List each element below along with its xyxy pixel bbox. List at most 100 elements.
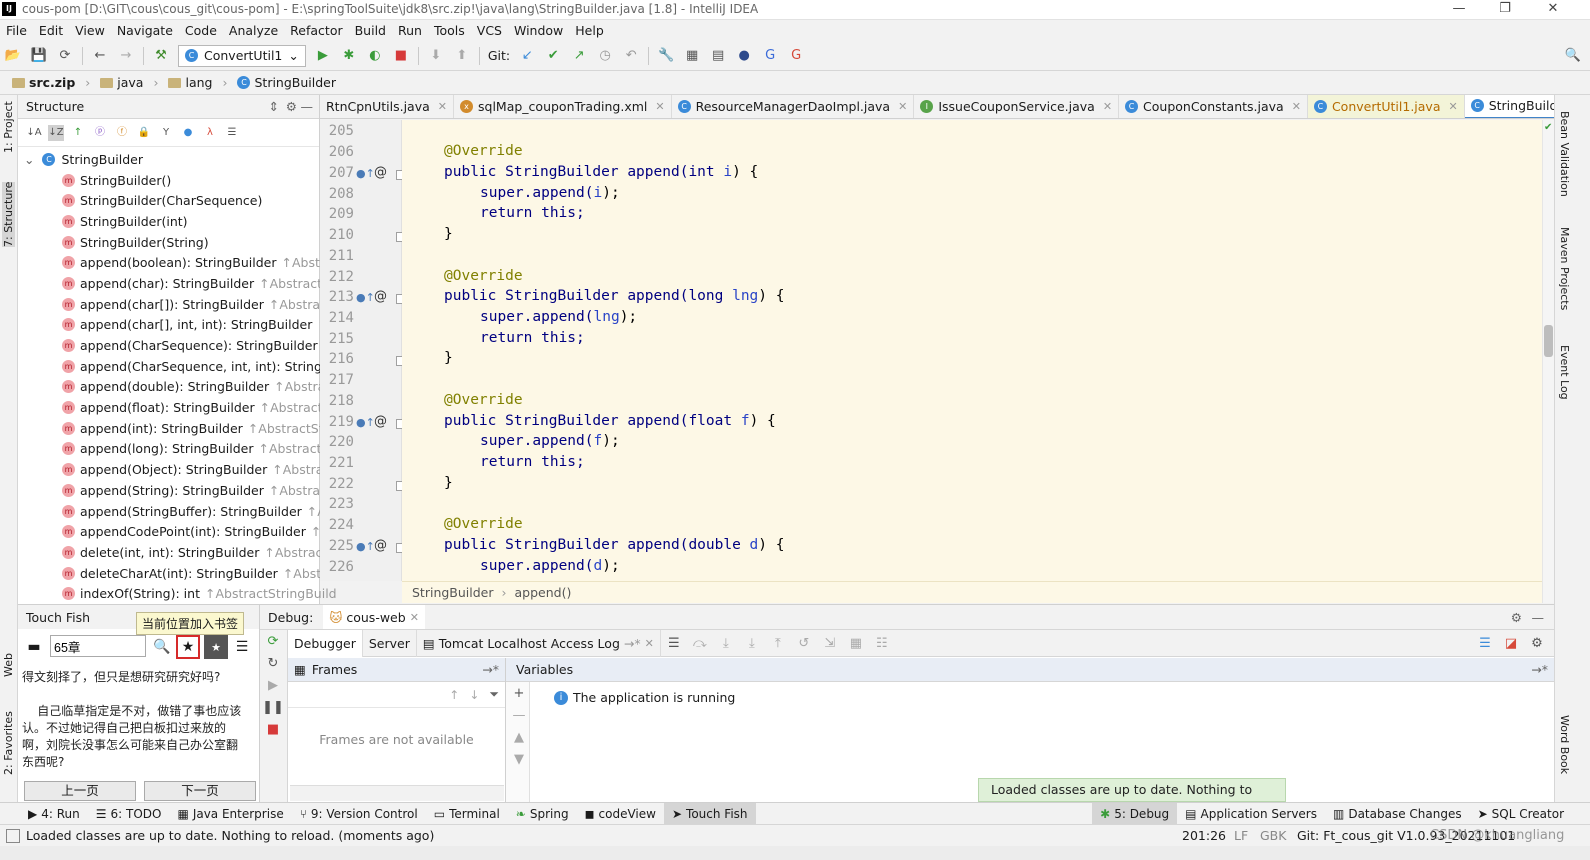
structure-tool-tab[interactable]: 7: Structure <box>2 181 15 247</box>
stop-icon[interactable]: ■ <box>262 718 284 740</box>
toggle-tool-windows-icon[interactable] <box>6 828 20 843</box>
menu-run[interactable]: Run <box>392 20 428 41</box>
show-fields-icon[interactable]: ⓕ <box>114 125 130 141</box>
history-icon[interactable]: ◷ <box>594 45 616 67</box>
hide-icon[interactable]: — <box>1532 610 1545 625</box>
menu-code[interactable]: Code <box>179 20 223 41</box>
tab-issuecoupon[interactable]: I IssueCouponService.java ✕ <box>914 95 1120 118</box>
tree-item[interactable]: mappend(StringBuffer): StringBuilder↑Ab <box>18 501 334 522</box>
overrides-method-icon[interactable]: ●↑ <box>356 167 375 180</box>
menu-analyze[interactable]: Analyze <box>223 20 284 41</box>
sdk-icon[interactable]: ▤ <box>707 45 729 67</box>
tree-item[interactable]: m append(long): StringBuilder ↑AbstractSt <box>18 439 334 460</box>
filter-icon[interactable]: ⏷ <box>489 687 499 702</box>
line-separator[interactable]: LF <box>1234 828 1248 843</box>
chapter-input[interactable] <box>50 635 146 657</box>
git-commit-icon[interactable]: ✔ <box>542 45 564 67</box>
editor-scrollbar[interactable]: ✔ <box>1542 120 1554 603</box>
menu-file[interactable]: File <box>0 20 33 41</box>
tw-spring[interactable]: ❧ Spring <box>508 803 577 825</box>
close-icon[interactable]: ✕ <box>438 100 447 113</box>
tree-item[interactable]: mappendCodePoint(int): StringBuilder↑A <box>18 521 330 542</box>
sync-icon[interactable]: ⟳ <box>54 45 76 67</box>
crumb-lang[interactable]: lang <box>164 75 233 90</box>
tw-application-servers[interactable]: ▤ Application Servers <box>1177 803 1325 825</box>
tree-item[interactable]: m append(boolean): StringBuilder ↑Abstra <box>18 252 333 273</box>
force-step-into-icon[interactable]: ⤓ <box>741 632 763 654</box>
menu-vcs[interactable]: VCS <box>471 20 508 41</box>
search-chapter-icon[interactable]: 🔍 <box>150 635 174 659</box>
evaluate-icon[interactable]: ▦ <box>845 632 867 654</box>
pause-icon[interactable]: ❚❚ <box>262 696 284 718</box>
frames-scrollbar[interactable] <box>290 785 504 801</box>
show-anonymous-icon[interactable]: ● <box>180 125 196 141</box>
word-book-tab[interactable]: Word Book <box>1558 715 1571 774</box>
tw-todo[interactable]: ☰ 6: TODO <box>88 803 170 825</box>
drop-frame-icon[interactable]: ↺ <box>793 632 815 654</box>
tw-version-control[interactable]: ⑂ 9: Version Control <box>292 803 426 825</box>
close-icon[interactable]: ✕ <box>645 637 654 650</box>
settings-icon[interactable]: ⚙ <box>1526 632 1548 654</box>
reload-notification[interactable]: Loaded classes are up to date. Nothing t… <box>978 778 1286 819</box>
overrides-method-icon[interactable]: ●↑ <box>356 416 375 429</box>
tree-item[interactable]: m StringBuilder(int) <box>18 211 319 232</box>
coverage-icon[interactable]: ◐ <box>364 45 386 67</box>
editor-crumb-method[interactable]: append() <box>515 585 572 600</box>
overrides-method-icon[interactable]: ●↑ <box>356 291 375 304</box>
step-over-icon[interactable]: ⤼ <box>689 632 711 654</box>
next-page-button[interactable]: 下一页 <box>144 781 256 801</box>
expand-all-icon[interactable]: ⇕ <box>269 99 279 114</box>
translate-alt-icon[interactable]: G <box>785 45 807 67</box>
close-icon[interactable]: ✕ <box>898 100 907 113</box>
editor-crumb-class[interactable]: StringBuilder <box>412 585 494 600</box>
event-log-tab[interactable]: Event Log <box>1558 345 1571 400</box>
tree-item[interactable]: m append(int): StringBuilder ↑AbstractStri <box>18 418 332 439</box>
move-up-icon[interactable]: ▲ <box>508 726 530 748</box>
tree-item[interactable]: m StringBuilder(String) <box>18 232 319 253</box>
pin-icon[interactable]: →* <box>482 662 499 677</box>
build-hammer-icon[interactable]: ⚒ <box>150 45 172 67</box>
settings-gear-icon[interactable]: ⚙ <box>286 99 297 114</box>
move-down-icon[interactable]: ▼ <box>508 748 530 770</box>
menu-view[interactable]: View <box>69 20 111 41</box>
menu-tools[interactable]: Tools <box>428 20 471 41</box>
tree-item[interactable]: m deleteCharAt(int): StringBuilder ↑Abstra <box>18 563 334 584</box>
trace-icon[interactable]: ☷ <box>871 632 893 654</box>
menu-navigate[interactable]: Navigate <box>111 20 179 41</box>
tab-couponconstants[interactable]: C CouponConstants.java ✕ <box>1119 95 1308 118</box>
inspection-ok-icon[interactable]: ✔ <box>1544 122 1552 133</box>
chevron-down-icon[interactable]: ⌄ <box>24 152 34 167</box>
show-lambda-icon[interactable]: λ <box>202 125 218 141</box>
close-icon[interactable]: ✕ <box>410 611 419 624</box>
crumb-stringbuilder[interactable]: C StringBuilder <box>233 75 352 90</box>
tree-item[interactable]: m append(char): StringBuilder ↑AbstractSt <box>18 273 335 294</box>
tab-server[interactable]: Server <box>363 629 417 657</box>
close-icon[interactable]: ✕ <box>1292 100 1301 113</box>
tw-touch-fish[interactable]: ➤ Touch Fish <box>663 802 756 825</box>
open-book-icon[interactable]: ▬ <box>22 635 46 659</box>
add-watch-icon[interactable]: + <box>508 682 530 704</box>
tree-item[interactable]: m append(double): StringBuilder ↑Abstrac <box>18 377 332 398</box>
tab-resourcemanager[interactable]: C ResourceManagerDaoImpl.java ✕ <box>672 95 915 118</box>
tree-item[interactable]: m delete(int, int): StringBuilder ↑Abstrac… <box>18 542 340 563</box>
layout-icon[interactable]: ☰ <box>663 632 685 654</box>
translate-icon[interactable]: G <box>759 45 781 67</box>
tw-run[interactable]: ▶ 4: Run <box>20 803 88 825</box>
close-button[interactable]: ✕ <box>1530 0 1576 20</box>
close-icon[interactable]: ✕ <box>1448 100 1457 113</box>
run-icon[interactable]: ▶ <box>312 45 334 67</box>
save-icon[interactable]: 💾 <box>28 45 50 67</box>
tab-sqlmap[interactable]: x sqlMap_couponTrading.xml ✕ <box>454 95 672 118</box>
memory-icon[interactable]: ◪ <box>1500 632 1522 654</box>
menu-window[interactable]: Window <box>508 20 569 41</box>
run-to-cursor-icon[interactable]: ⇲ <box>819 632 841 654</box>
project-tool-tab[interactable]: 1: Project <box>2 101 15 153</box>
file-encoding[interactable]: GBK <box>1260 828 1286 843</box>
tab-stringbuilder[interactable]: CStringBuilder.java✕ <box>1464 95 1554 118</box>
resume-icon[interactable]: ▶ <box>262 674 284 696</box>
tree-item[interactable]: m indexOf(String): int ↑AbstractStringBuil… <box>18 583 337 604</box>
globe-icon[interactable]: ● <box>733 45 755 67</box>
overrides-method-icon[interactable]: ●↑ <box>356 540 375 553</box>
tree-item[interactable]: m append(Object): StringBuilder ↑Abstrac <box>18 459 330 480</box>
open-folder-icon[interactable]: 📂 <box>2 45 24 67</box>
